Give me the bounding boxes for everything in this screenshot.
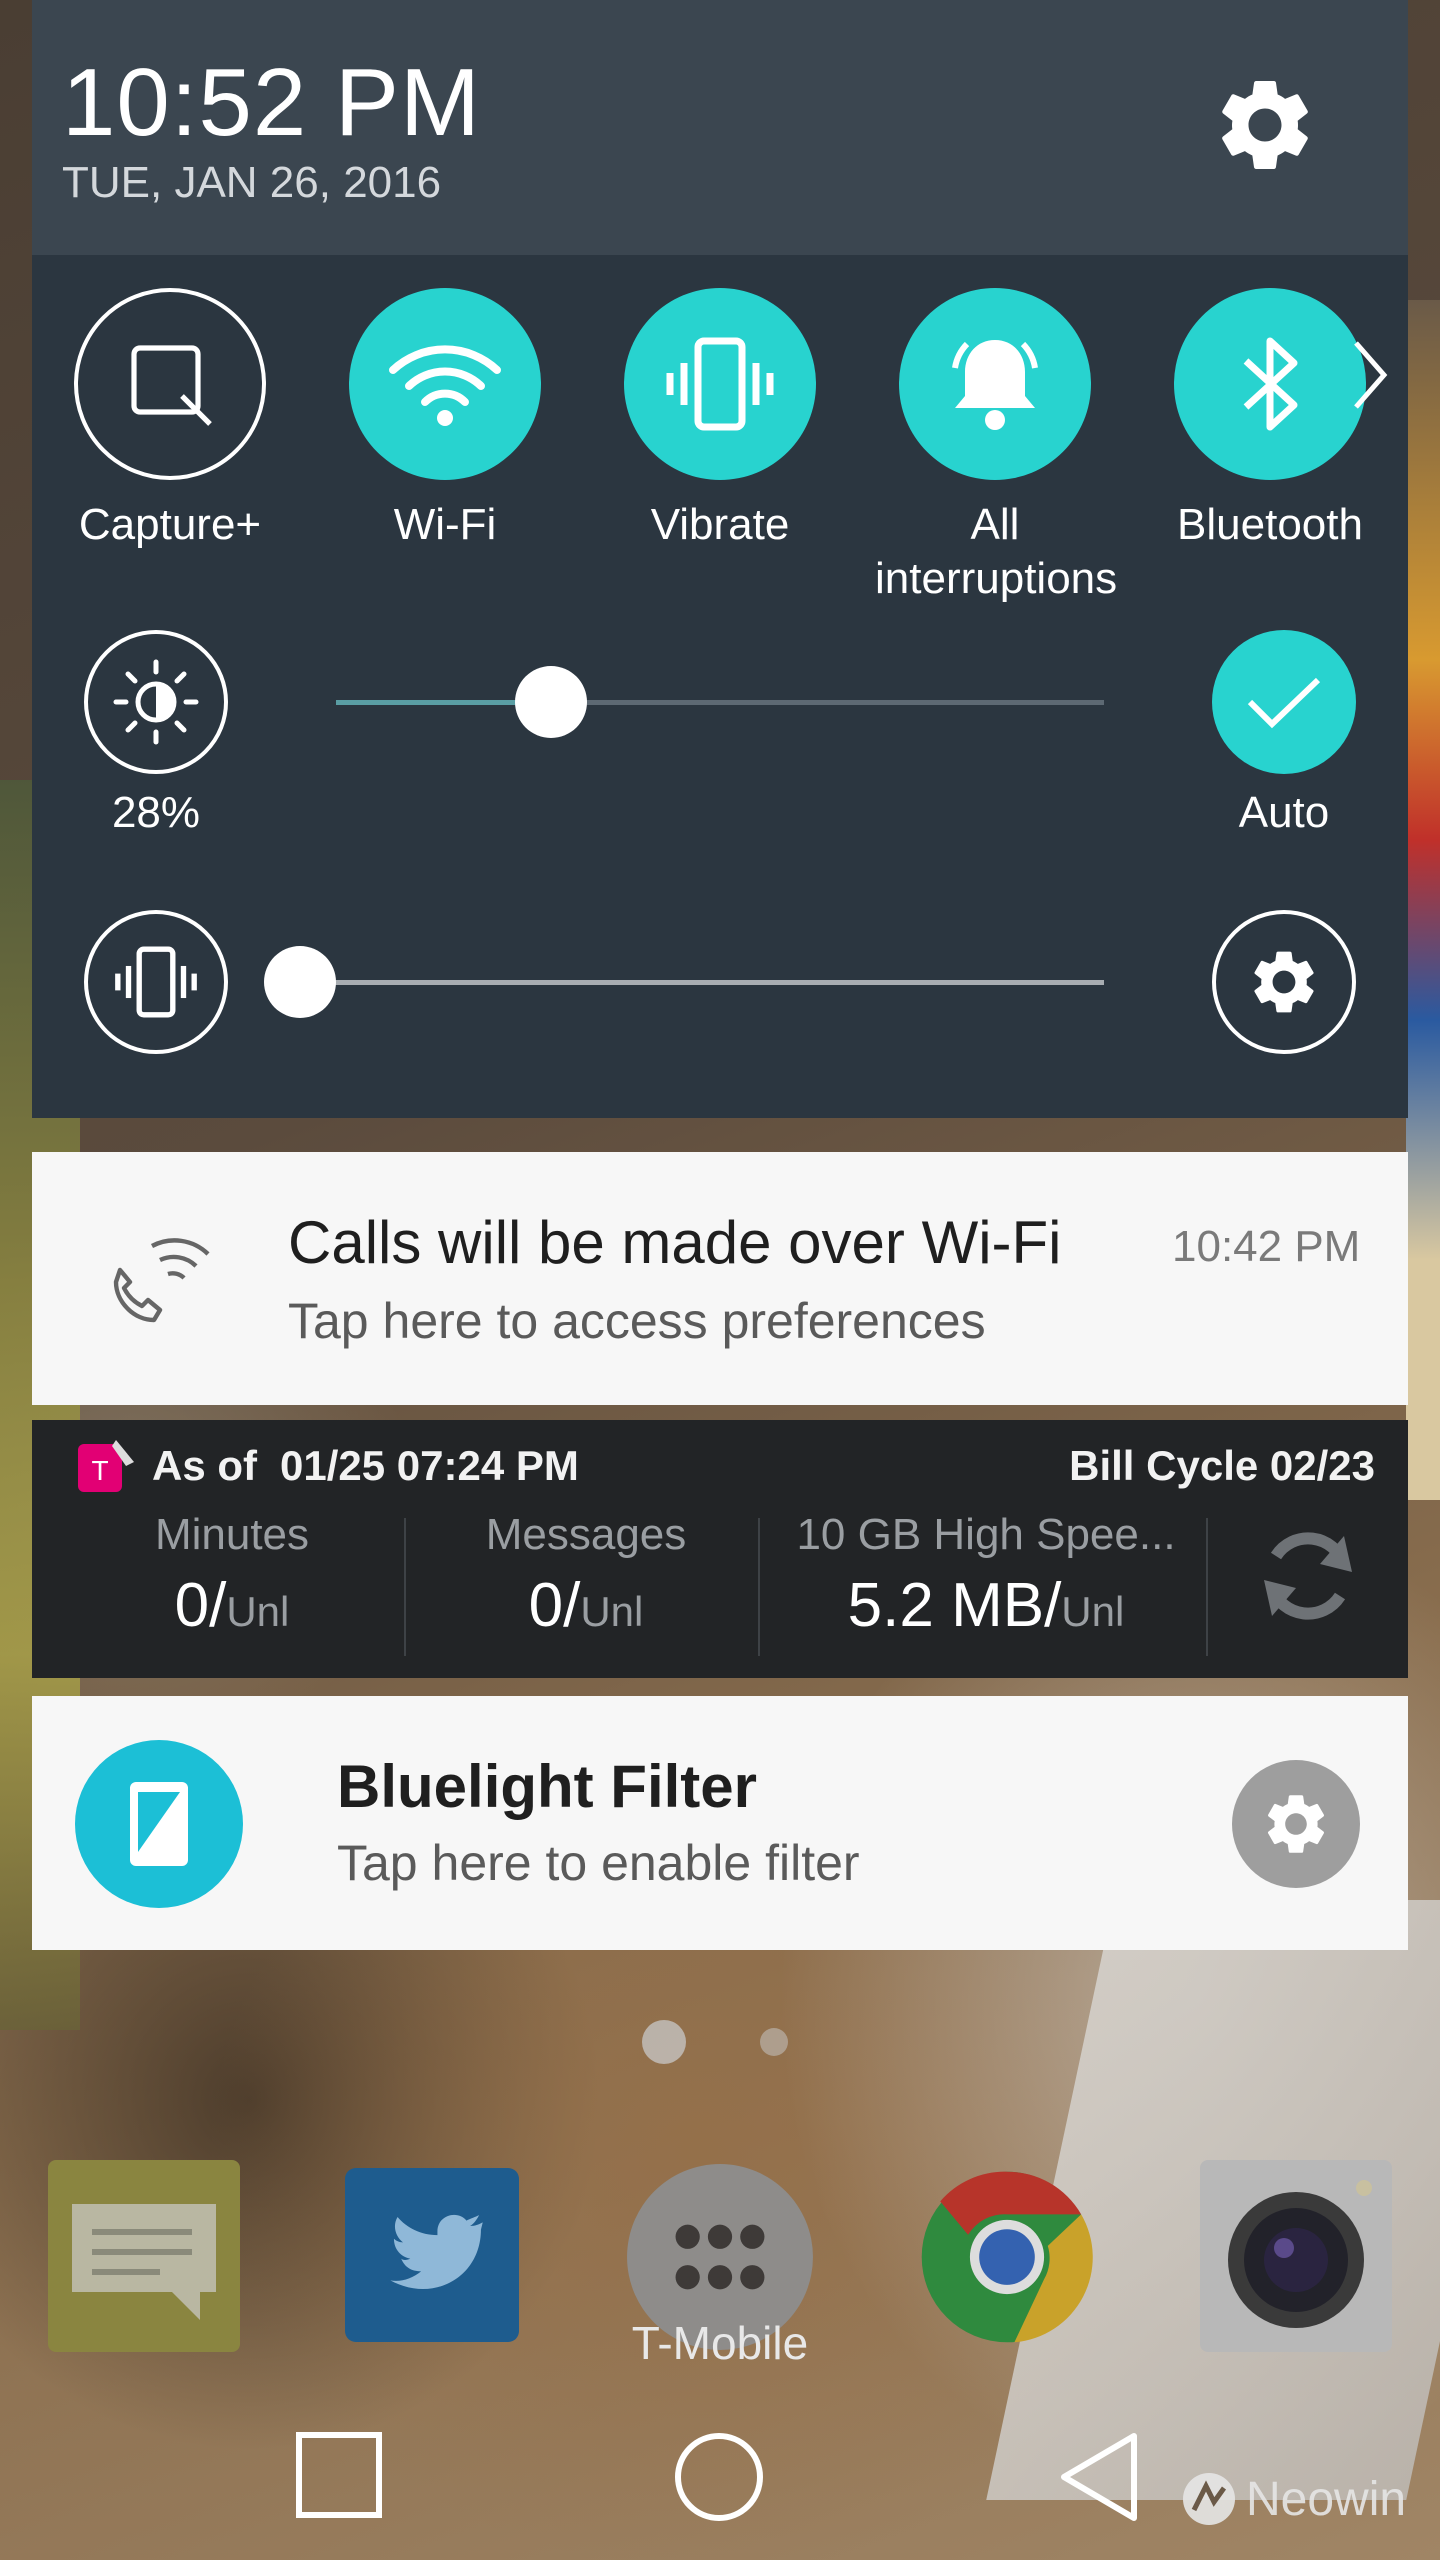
vibrate-icon [624,288,816,480]
back-button[interactable] [1060,2432,1140,2527]
usage-minutes: Minutes 0/Unl [82,1510,382,1641]
brightness-icon[interactable] [84,630,228,774]
tile-wifi[interactable]: Wi-Fi [325,288,565,552]
wifi-icon [349,288,541,480]
usage-title: 10 GB High Spee... [796,1510,1176,1559]
tile-bluetooth[interactable]: Bluetooth [1150,288,1390,552]
notification-time: 10:42 PM [1172,1222,1361,1271]
settings-gear-icon[interactable] [1210,70,1320,180]
page-indicator[interactable] [760,2028,788,2056]
volume-slider-thumb[interactable] [264,946,336,1018]
divider [1206,1518,1208,1656]
neowin-logo-icon [1183,2473,1235,2525]
gear-icon [1254,951,1314,1013]
usage-unit: Unl [580,1588,644,1635]
refresh-icon[interactable] [1252,1520,1364,1637]
tile-label: Wi-Fi [393,500,497,549]
check-icon [1247,677,1321,729]
camera-icon[interactable] [1200,2160,1392,2357]
tile-label: Capture+ [78,500,262,549]
vibrate-icon [115,946,197,1018]
watermark-text: Neowin [1246,2472,1407,2526]
tile-label: Vibrate [650,500,790,549]
notification-tmobile-usage[interactable]: T As of 01/25 07:24 PM Bill Cycle 02/23 … [32,1420,1408,1678]
usage-value: 0/Unl [174,1571,290,1640]
clock-time: 10:52 PM [62,49,481,156]
bill-cycle: Bill Cycle 02/23 [1069,1442,1375,1489]
usage-title: Messages [485,1510,687,1559]
chrome-icon[interactable] [918,2168,1096,2351]
chevron-right-icon[interactable] [1350,335,1390,415]
home-button[interactable] [674,2432,764,2527]
usage-unit: Unl [226,1588,290,1635]
bluelight-settings-button[interactable] [1232,1760,1360,1888]
as-of-value: 01/25 07:24 PM [280,1442,579,1489]
wallpaper-detail [1406,300,1440,1500]
notification-wifi-calling[interactable]: Calls will be made over Wi-Fi Tap here t… [32,1152,1408,1405]
usage-title: Minutes [154,1510,310,1559]
usage-messages: Messages 0/Unl [436,1510,736,1641]
tile-vibrate[interactable]: Vibrate [600,288,840,552]
notification-title: Bluelight Filter [337,1753,757,1820]
usage-data: 10 GB High Spee... 5.2 MB/Unl [774,1510,1198,1641]
usage-value: 5.2 MB/Unl [847,1571,1125,1640]
tile-all-interruptions[interactable]: All interruptions [875,288,1118,606]
usage-unit: Unl [1061,1588,1125,1635]
tile-label: Bluetooth [1177,500,1363,549]
brightness-slider[interactable] [336,700,1104,705]
vibrate-mode-button[interactable] [84,910,228,1054]
as-of-label: As of [152,1442,257,1489]
clock-date: TUE, JAN 26, 2016 [62,158,442,207]
recent-apps-button[interactable] [296,2432,382,2523]
usage-value: 0/Unl [528,1571,644,1640]
page-indicator-active[interactable] [642,2020,686,2064]
tmobile-icon: T [76,1436,138,1501]
tile-label: All interruptions [875,500,1118,603]
gear-icon [1267,1795,1325,1853]
bell-icon [899,288,1091,480]
capture-plus-icon [74,288,266,480]
bluelight-filter-icon [75,1740,243,1908]
wifi-calling-icon [104,1222,214,1337]
divider [404,1518,406,1656]
notification-title: Calls will be made over Wi-Fi [288,1209,1062,1276]
divider [758,1518,760,1656]
auto-brightness-label: Auto [1238,788,1330,837]
svg-text:T: T [91,1455,108,1486]
brightness-value: 28% [111,788,201,837]
volume-slider[interactable] [300,980,1104,985]
notification-subtitle: Tap here to enable filter [337,1835,860,1891]
brightness-slider-thumb[interactable] [515,666,588,738]
bluetooth-icon [1174,288,1366,480]
watermark: Neowin [1180,2470,1406,2528]
dock-folder-label: T-Mobile [631,2317,809,2369]
auto-brightness-toggle[interactable] [1212,630,1356,774]
tile-capture-plus[interactable]: Capture+ [50,288,290,552]
notification-subtitle: Tap here to access preferences [288,1293,986,1349]
twitter-icon[interactable] [345,2168,519,2347]
sound-settings-button[interactable] [1212,910,1356,1054]
messaging-icon[interactable] [48,2160,240,2357]
